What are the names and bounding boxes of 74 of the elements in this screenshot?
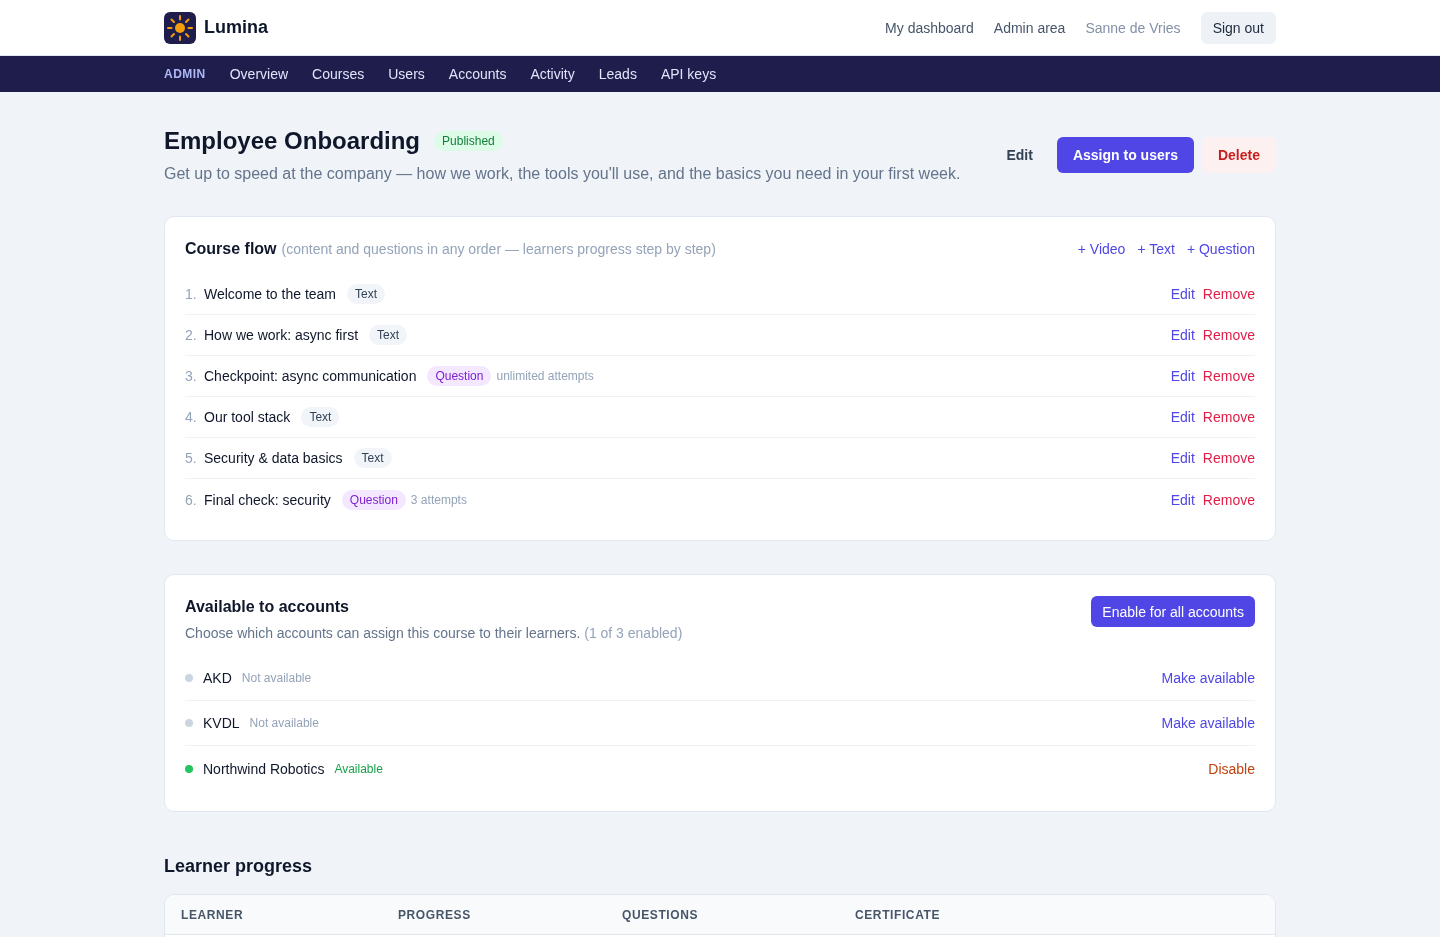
edit-link[interactable]: Edit bbox=[990, 137, 1049, 173]
admin-label: ADMIN bbox=[164, 67, 206, 81]
disable-link[interactable]: Disable bbox=[1208, 760, 1255, 777]
edit-link[interactable]: Edit bbox=[1170, 450, 1195, 466]
make-available-link[interactable]: Make available bbox=[1161, 715, 1255, 731]
step-number: 5. bbox=[185, 450, 198, 466]
enable-all-button[interactable]: Enable for all accounts bbox=[1091, 596, 1255, 627]
step-title: Checkpoint: async communication bbox=[204, 368, 417, 384]
availability-label: Available bbox=[334, 761, 383, 776]
edit-link[interactable]: Edit bbox=[1170, 409, 1195, 425]
edit-link[interactable]: Edit bbox=[1170, 368, 1195, 384]
brand-name: Lumina bbox=[204, 17, 268, 38]
step-title: Welcome to the team bbox=[204, 286, 337, 302]
attempts-note: 3 attempts bbox=[410, 492, 467, 507]
make-available-link[interactable]: Make available bbox=[1161, 670, 1255, 686]
remove-link[interactable]: Remove bbox=[1202, 368, 1255, 384]
sign-out-button[interactable]: Sign out bbox=[1200, 11, 1276, 44]
step-number: 6. bbox=[185, 491, 198, 508]
nav-item[interactable]: Accounts bbox=[448, 62, 507, 86]
column-header: PROGRESS bbox=[398, 907, 471, 922]
nav-item[interactable]: API keys bbox=[660, 62, 717, 86]
column-header: QUESTIONS bbox=[622, 907, 699, 922]
column-header: CERTIFICATE bbox=[855, 907, 941, 922]
add-step-link[interactable]: + Video bbox=[1077, 241, 1126, 257]
card-description: Choose which accounts can assign this course to their learners. (1 of 3 enabled) bbox=[185, 624, 683, 643]
sun-logo-icon bbox=[164, 11, 196, 44]
attempts-note: unlimited attempts bbox=[496, 369, 594, 383]
edit-link[interactable]: Edit bbox=[1170, 286, 1195, 302]
edit-link[interactable]: Edit bbox=[1170, 491, 1195, 508]
step-type-badge: Question bbox=[341, 489, 406, 510]
remove-link[interactable]: Remove bbox=[1202, 450, 1255, 466]
step-title: How we work: async first bbox=[204, 327, 359, 343]
add-step-link[interactable]: + Question bbox=[1186, 241, 1255, 257]
header-link[interactable]: My dashboard bbox=[885, 19, 974, 36]
nav-item[interactable]: Activity bbox=[530, 62, 575, 86]
user-name: Sanne de Vries bbox=[1085, 19, 1181, 36]
step-type-badge: Text bbox=[347, 284, 386, 304]
step-title: Security & data basics bbox=[204, 450, 343, 466]
remove-link[interactable]: Remove bbox=[1202, 409, 1255, 425]
status-badge: Published bbox=[434, 131, 503, 151]
remove-link[interactable]: Remove bbox=[1202, 327, 1255, 343]
step-number: 3. bbox=[185, 368, 198, 384]
assign-button[interactable]: Assign to users bbox=[1056, 137, 1194, 173]
card-title: Course flow bbox=[185, 239, 277, 259]
nav-item[interactable]: Leads bbox=[598, 62, 637, 86]
step-type-badge: Text bbox=[369, 325, 408, 345]
add-step-link[interactable]: + Text bbox=[1137, 241, 1175, 257]
course-title: Employee Onboarding bbox=[164, 126, 421, 156]
step-number: 4. bbox=[185, 409, 198, 425]
account-name: KVDL bbox=[203, 715, 240, 731]
step-type-badge: Question bbox=[427, 366, 492, 386]
account-name: AKD bbox=[203, 670, 232, 686]
header-link[interactable]: Admin area bbox=[993, 19, 1066, 36]
nav-item[interactable]: Overview bbox=[229, 62, 289, 86]
step-title: Final check: security bbox=[204, 491, 331, 508]
delete-button[interactable]: Delete bbox=[1201, 137, 1276, 173]
step-type-badge: Text bbox=[301, 407, 340, 427]
course-description: Get up to speed at the company — how we work, the tools you'll use, and the basics you need in your first week. bbox=[164, 164, 961, 184]
card-hint: (content and questions in any order — learners progress step by step) bbox=[281, 241, 716, 257]
edit-link[interactable]: Edit bbox=[1170, 327, 1195, 343]
column-header: LEARNER bbox=[181, 907, 244, 922]
step-title: Our tool stack bbox=[204, 409, 291, 425]
section-title: Learner progress bbox=[164, 855, 313, 878]
nav-item[interactable]: Users bbox=[388, 62, 425, 86]
card-title: Available to accounts bbox=[185, 597, 349, 617]
step-number: 2. bbox=[185, 327, 198, 343]
availability-label: Not available bbox=[249, 716, 319, 730]
step-number: 1. bbox=[185, 286, 198, 302]
step-type-badge: Text bbox=[353, 448, 392, 468]
availability-label: Not available bbox=[241, 671, 312, 685]
nav-item[interactable]: Courses bbox=[312, 62, 365, 86]
remove-link[interactable]: Remove bbox=[1202, 286, 1255, 302]
remove-link[interactable]: Remove bbox=[1202, 491, 1255, 508]
account-name: Northwind Robotics bbox=[203, 760, 325, 777]
